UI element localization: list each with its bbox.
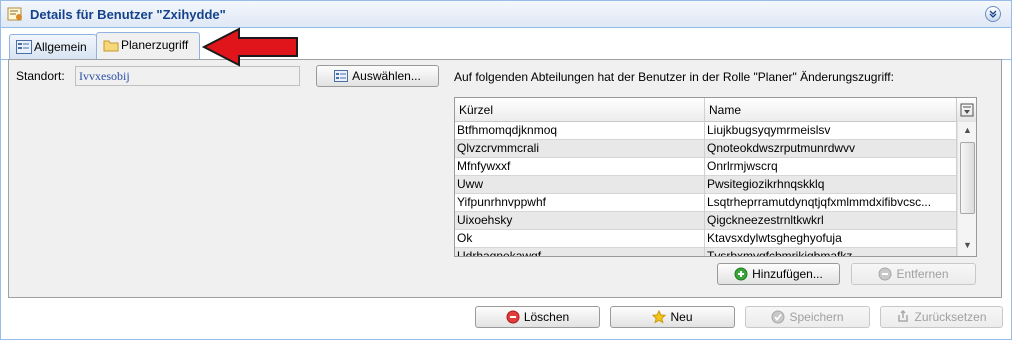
button-label: Zurücksetzen (914, 310, 987, 324)
column-header-name[interactable]: Name (705, 98, 957, 122)
button-label: Löschen (523, 310, 570, 324)
table-row[interactable]: Mfnfywxxf Onrlrmjwscrq (455, 158, 957, 176)
grid-header: Kürzel Name (455, 98, 976, 122)
table-row[interactable]: Qlvzcrvmmcrali Qnoteokdwszrputmunrdwvv (455, 140, 957, 158)
table-row[interactable]: Uixoehsky Qigckneezestrnltkwkrl (455, 212, 957, 230)
cell-kuerzel: Yifpunrhnvppwhf (455, 194, 705, 212)
star-icon (652, 310, 667, 324)
speichern-button[interactable]: Speichern (745, 306, 870, 328)
form-icon (16, 40, 32, 54)
button-label: Auswählen... (352, 69, 421, 83)
tab-label: Allgemein (34, 40, 87, 54)
scroll-thumb[interactable] (960, 142, 975, 214)
vertical-scrollbar[interactable]: ▲ ▼ (957, 122, 976, 256)
button-label: Neu (670, 310, 693, 324)
cell-kuerzel: Ok (455, 230, 705, 248)
cell-name: Tvsrbxmygfcbmrikjgbmafkz (705, 248, 957, 256)
cell-name: Onrlrmjwscrq (705, 158, 957, 176)
loeschen-button[interactable]: Löschen (475, 306, 600, 328)
cell-kuerzel: Mfnfywxxf (455, 158, 705, 176)
delete-icon (506, 310, 520, 324)
tab-label: Planerzugriff (121, 38, 189, 52)
add-icon (734, 267, 748, 281)
button-label: Entfernen (896, 267, 949, 281)
cell-name: Qigckneezestrnltkwkrl (705, 212, 957, 230)
column-menu-icon[interactable] (956, 98, 976, 122)
table-row[interactable]: Yifpunrhnvppwhf Lsqtrheprramutdynqtjqfxml… (455, 194, 957, 212)
remove-icon (878, 267, 892, 281)
table-row[interactable]: Uww Pwsitegiozikrhnqskklq (455, 176, 957, 194)
scroll-up-icon[interactable]: ▲ (958, 122, 976, 139)
cell-name: Lsqtrheprramutdynqtjqfxmlmmdxifibvcsc... (705, 194, 957, 212)
cell-kuerzel: Uixoehsky (455, 212, 705, 230)
entfernen-button[interactable]: Entfernen (851, 263, 976, 285)
button-label: Speichern (789, 310, 844, 324)
pointer-arrow-icon (201, 27, 298, 67)
user-details-icon (7, 7, 22, 21)
zuruecksetzen-button[interactable]: Zurücksetzen (880, 306, 1003, 328)
standort-field: Ivvxesobij (75, 66, 300, 86)
undo-icon (898, 310, 909, 322)
grid-rows: Btfhmomqdjknmoq Liujkbugsyqymrmeislsv Qlvz… (455, 122, 957, 256)
cell-name: Pwsitegiozikrhnqskklq (705, 176, 957, 194)
title-bar: Details für Benutzer "Zxihydde" (1, 1, 1011, 28)
tab-strip: Allgemein Planerzugriff (1, 28, 1011, 60)
save-icon (771, 310, 785, 324)
auswaehlen-button[interactable]: Auswählen... (316, 65, 439, 87)
cell-kuerzel: Btfhmomqdjknmoq (455, 122, 705, 140)
table-row[interactable]: Btfhmomqdjknmoq Liujkbugsyqymrmeislsv (455, 122, 957, 140)
scroll-down-icon[interactable]: ▼ (958, 237, 976, 254)
hinzufuegen-button[interactable]: Hinzufügen... (717, 263, 840, 285)
table-row[interactable]: Ok Ktavsxdylwtsgheghyofuja (455, 230, 957, 248)
double-chevron-down-icon[interactable] (985, 6, 1001, 22)
standort-label: Standort: (16, 69, 65, 83)
form-icon (334, 70, 349, 82)
cell-kuerzel: Qlvzcrvmmcrali (455, 140, 705, 158)
window-title: Details für Benutzer "Zxihydde" (30, 7, 226, 22)
button-label: Hinzufügen... (752, 267, 823, 281)
abteilungen-grid: Kürzel Name Btfhmomqdjknmoq Liujkbugsyqym… (454, 97, 977, 257)
cell-name: Liujkbugsyqymrmeislsv (705, 122, 957, 140)
user-details-window: Details für Benutzer "Zxihydde" Allgemei… (0, 0, 1012, 340)
cell-kuerzel: Uww (455, 176, 705, 194)
cell-name: Qnoteokdwszrputmunrdwvv (705, 140, 957, 158)
column-header-kuerzel[interactable]: Kürzel (455, 98, 705, 122)
cell-name: Ktavsxdylwtsgheghyofuja (705, 230, 957, 248)
tab-planerzugriff[interactable]: Planerzugriff (96, 32, 200, 60)
folder-icon (103, 40, 119, 52)
abteilungen-label: Auf folgenden Abteilungen hat der Benutz… (454, 70, 894, 84)
table-row[interactable]: Udrhaqnekawqf Tvsrbxmygfcbmrikjgbmafkz (455, 248, 957, 256)
tab-allgemein[interactable]: Allgemein (9, 34, 97, 60)
cell-kuerzel: Udrhaqnekawqf (455, 248, 705, 256)
neu-button[interactable]: Neu (610, 306, 735, 328)
